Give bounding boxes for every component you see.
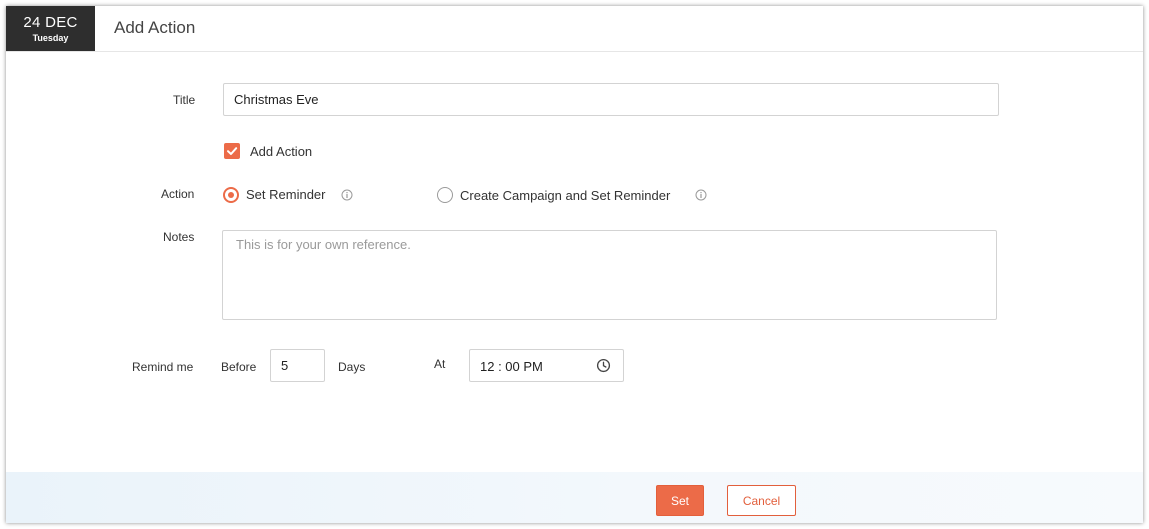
date-weekday: Tuesday [32, 33, 69, 43]
at-label: At [434, 357, 446, 371]
set-button[interactable]: Set [656, 485, 704, 516]
notes-label: Notes [163, 230, 195, 244]
days-label: Days [338, 360, 366, 374]
checkmark-icon [227, 147, 238, 155]
create-campaign-label: Create Campaign and Set Reminder [460, 188, 671, 203]
time-picker[interactable]: 12 : 00 PM [469, 349, 624, 382]
before-days-input[interactable] [270, 349, 325, 382]
before-label: Before [221, 360, 257, 374]
dialog-footer: Set Cancel [6, 472, 1143, 523]
dialog-title: Add Action [114, 18, 196, 37]
date-main: 24 DEC [23, 14, 78, 31]
info-icon[interactable] [695, 189, 707, 201]
add-action-dialog: 24 DEC Tuesday Add Action Title Add Acti… [6, 6, 1143, 523]
add-action-checkbox[interactable] [224, 143, 240, 159]
notes-textarea[interactable] [222, 230, 997, 320]
action-label: Action [161, 187, 195, 201]
cancel-button[interactable]: Cancel [727, 485, 796, 516]
info-icon[interactable] [341, 189, 353, 201]
date-badge: 24 DEC Tuesday [6, 6, 95, 51]
set-reminder-label: Set Reminder [246, 187, 326, 202]
time-value: 12 : 00 PM [480, 359, 543, 374]
radio-create-campaign[interactable] [437, 187, 453, 203]
remind-me-label: Remind me [132, 360, 194, 374]
clock-icon [596, 358, 611, 373]
title-input[interactable] [223, 83, 999, 116]
radio-set-reminder[interactable] [223, 187, 239, 203]
add-action-label: Add Action [250, 144, 313, 159]
dialog-header: 24 DEC Tuesday Add Action [6, 6, 1143, 52]
title-label: Title [173, 93, 196, 107]
